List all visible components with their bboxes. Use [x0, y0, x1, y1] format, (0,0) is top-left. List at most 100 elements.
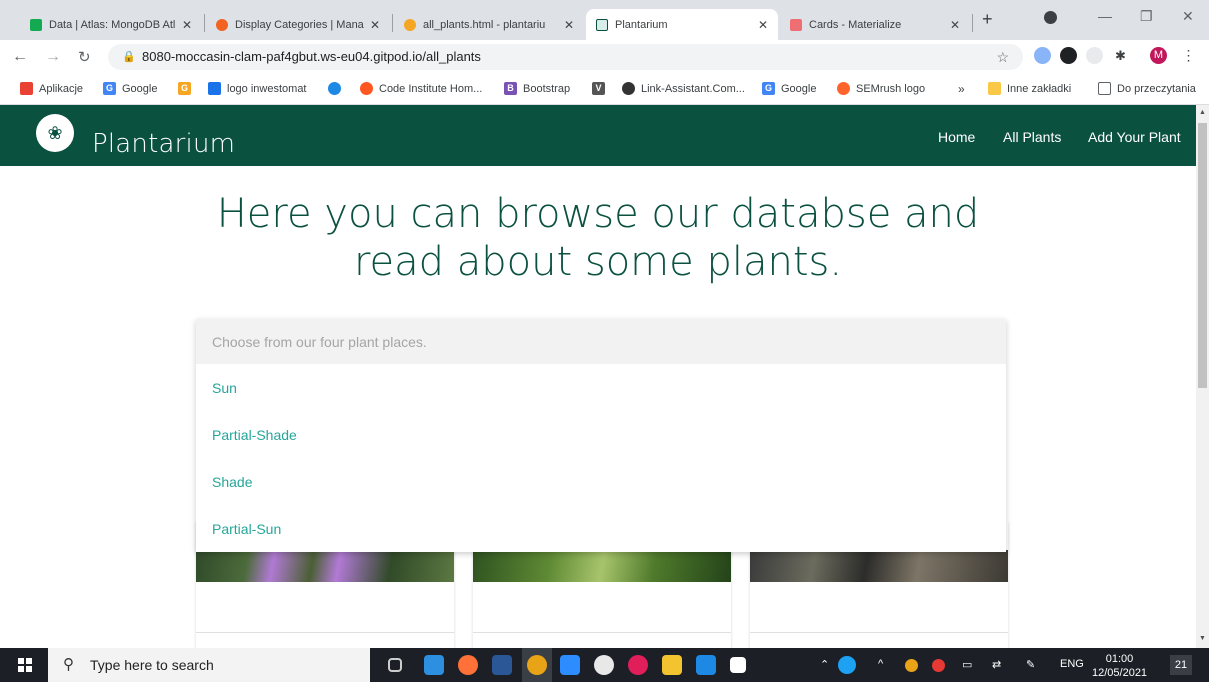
dropdown-option-shade[interactable]: Shade: [196, 458, 1006, 505]
close-icon[interactable]: ✕: [950, 18, 960, 32]
plant-place-dropdown[interactable]: Choose from our four plant places. Sun P…: [196, 319, 1006, 552]
bookmark-item[interactable]: SEMrush logo: [837, 82, 925, 95]
close-icon[interactable]: ✕: [370, 18, 380, 32]
tab-all-plants-html[interactable]: all_plants.html - plantariu ✕: [394, 9, 584, 40]
address-bar-row: ← → ↻ 🔒 8080-moccasin-clam-paf4gbut.ws-e…: [0, 40, 1209, 74]
close-icon[interactable]: ✕: [758, 18, 768, 32]
github-icon[interactable]: [594, 655, 614, 675]
tray-chevron-icon[interactable]: ^: [878, 658, 883, 670]
taskbar-search-input[interactable]: ⚲ Type here to search: [48, 648, 370, 682]
help-icon[interactable]: [838, 656, 856, 674]
other-bookmarks[interactable]: Inne zakładki: [988, 82, 1071, 95]
tab-search-icon[interactable]: [1044, 11, 1057, 24]
site-navbar: ❀ Plantarium Home All Plants Add Your Pl…: [0, 105, 1196, 166]
reading-list[interactable]: Do przeczytania: [1098, 82, 1196, 95]
dropdown-option-sun[interactable]: Sun: [196, 364, 1006, 411]
plant-image: [473, 550, 731, 582]
profile-avatar[interactable]: M: [1150, 47, 1167, 64]
page-scrollbar[interactable]: ▲ ▼: [1196, 105, 1209, 648]
tray-expand-icon[interactable]: ⌃: [820, 658, 829, 671]
bookmark-item[interactable]: [328, 82, 347, 95]
forward-icon[interactable]: →: [45, 48, 61, 66]
dropbox-icon[interactable]: [730, 657, 746, 673]
word-icon[interactable]: [492, 655, 512, 675]
tab-mongodb[interactable]: Data | Atlas: MongoDB Atl ✕: [20, 9, 202, 40]
bookmark-item[interactable]: Aplikacje: [20, 82, 83, 95]
notifications-icon[interactable]: 21: [1170, 655, 1192, 675]
google-icon: G: [762, 82, 775, 95]
google-icon: G: [103, 82, 116, 95]
bookmark-item[interactable]: G Google: [103, 82, 157, 95]
pen-icon[interactable]: ✎: [1026, 658, 1035, 671]
tab-cards-materialize[interactable]: Cards - Materialize ✕: [780, 9, 970, 40]
scroll-up-icon[interactable]: ▲: [1199, 109, 1206, 116]
back-icon[interactable]: ←: [12, 48, 28, 66]
plant-image: [750, 550, 1008, 582]
lock-icon: 🔒: [122, 51, 136, 63]
more-bookmarks-button[interactable]: »: [958, 82, 965, 96]
bookmark-item[interactable]: G Google: [762, 82, 816, 95]
windows-start-icon[interactable]: [18, 658, 32, 672]
dropdown-placeholder[interactable]: Choose from our four plant places.: [196, 319, 1006, 364]
bookmark-item[interactable]: Code Institute Hom...: [360, 82, 482, 95]
plantarium-logo[interactable]: ❀: [36, 114, 74, 152]
menu-icon[interactable]: ⋮: [1180, 47, 1197, 64]
bootstrap-icon: B: [504, 82, 517, 95]
folder-icon: [988, 82, 1001, 95]
vscode-icon[interactable]: [424, 655, 444, 675]
dropdown-option-partial-shade[interactable]: Partial-Shade: [196, 411, 1006, 458]
extension-icon[interactable]: [1060, 47, 1077, 64]
chrome-tray-icon[interactable]: [905, 659, 918, 672]
extension-icon[interactable]: [1034, 47, 1051, 64]
brand-name[interactable]: Plantarium: [92, 129, 235, 159]
plantarium-icon: [596, 18, 608, 31]
firefox-icon[interactable]: [458, 655, 478, 675]
code-institute-icon: [216, 18, 228, 31]
nav-add-your-plant[interactable]: Add Your Plant: [1088, 129, 1181, 145]
new-tab-button[interactable]: +: [982, 9, 993, 30]
zoom-icon[interactable]: [560, 655, 580, 675]
tab-display-categories[interactable]: Display Categories | Mana ✕: [206, 9, 390, 40]
windows-taskbar: ⚲ Type here to search ⌃ ^ ▭ ⇄ ✎ ENG 01:0…: [0, 648, 1209, 682]
slack-icon[interactable]: [628, 655, 648, 675]
browser-chrome: Data | Atlas: MongoDB Atl ✕ Display Cate…: [0, 0, 1209, 105]
reload-icon[interactable]: ↻: [78, 48, 91, 66]
minimize-icon[interactable]: —: [1098, 8, 1112, 24]
network-icon[interactable]: ⇄: [992, 658, 1001, 671]
nav-home[interactable]: Home: [938, 129, 975, 145]
bookmark-item[interactable]: B Bootstrap: [504, 82, 570, 95]
bookmark-item[interactable]: Link-Assistant.Com...: [622, 82, 745, 95]
tab-plantarium[interactable]: Plantarium ✕: [586, 9, 778, 40]
close-icon[interactable]: ✕: [564, 18, 574, 32]
bookmark-star-icon[interactable]: ☆: [996, 44, 1009, 70]
tab-title: Plantarium: [615, 18, 668, 31]
tab-title: Data | Atlas: MongoDB Atl: [49, 18, 176, 31]
bookmark-item[interactable]: logo inwestomat: [208, 82, 307, 95]
dropdown-option-partial-sun[interactable]: Partial-Sun: [196, 505, 1006, 552]
address-input[interactable]: 🔒 8080-moccasin-clam-paf4gbut.ws-eu04.gi…: [108, 44, 1023, 70]
task-view-icon[interactable]: [388, 658, 402, 672]
language-indicator[interactable]: ENG: [1060, 658, 1084, 670]
bookmark-item[interactable]: V: [592, 82, 611, 95]
bookmark-item[interactable]: G: [178, 82, 197, 95]
clock[interactable]: 01:00 12/05/2021: [1092, 652, 1147, 680]
close-icon[interactable]: ✕: [182, 18, 192, 32]
inwestomat-icon: [208, 82, 221, 95]
skype-icon[interactable]: [696, 655, 716, 675]
antivirus-icon[interactable]: [932, 659, 945, 672]
scroll-down-icon[interactable]: ▼: [1199, 635, 1206, 642]
reading-list-icon: [1098, 82, 1111, 95]
nav-all-plants[interactable]: All Plants: [1003, 129, 1061, 145]
page-title: Here you can browse our databse and read…: [216, 191, 980, 285]
page-viewport: ❀ Plantarium Home All Plants Add Your Pl…: [0, 105, 1196, 648]
close-window-icon[interactable]: ✕: [1182, 8, 1194, 25]
tab-strip: Data | Atlas: MongoDB Atl ✕ Display Cate…: [0, 0, 1209, 40]
link-assistant-icon: [622, 82, 635, 95]
scrollbar-thumb[interactable]: [1198, 123, 1207, 388]
restore-icon[interactable]: ❐: [1140, 8, 1153, 25]
file-explorer-icon[interactable]: [662, 655, 682, 675]
extension-icon[interactable]: [1086, 47, 1103, 64]
chrome-icon[interactable]: [527, 655, 547, 675]
puzzle-icon[interactable]: ✱: [1112, 47, 1129, 64]
battery-icon[interactable]: ▭: [962, 658, 972, 671]
